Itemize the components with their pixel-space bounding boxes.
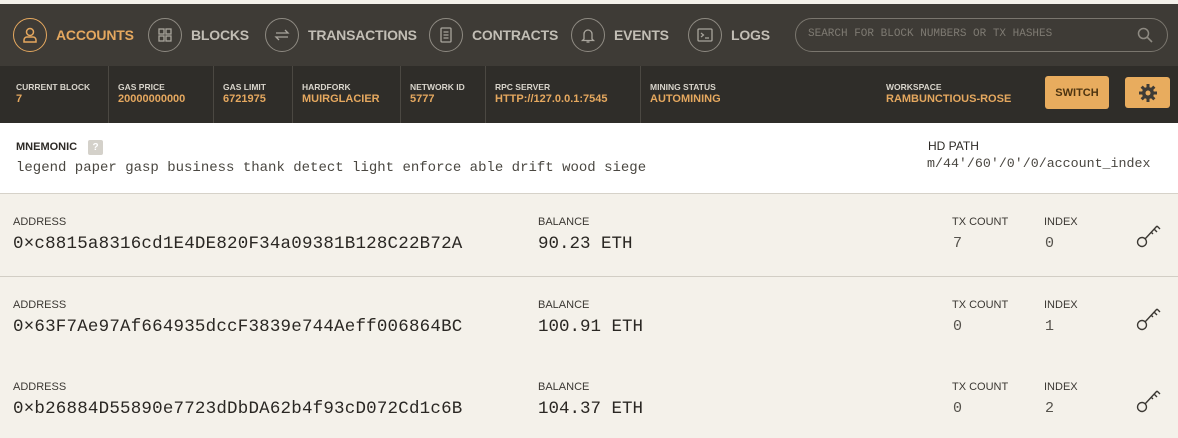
mnemonic-panel: MNEMONIC ? legend paper gasp business th… <box>0 123 1178 194</box>
account-address: 0×63F7Ae97Af664935dccF3839e744Aeff006864… <box>13 317 463 337</box>
hd-path-label: HD PATH <box>928 139 979 153</box>
terminal-icon <box>688 18 722 52</box>
stat-value: 5777 <box>410 93 435 105</box>
nav-logs-label: LOGS <box>731 27 770 43</box>
person-icon <box>13 18 47 52</box>
stat-label: GAS PRICE <box>118 82 165 92</box>
balance-label: BALANCE <box>538 381 590 393</box>
stat-gas-price: GAS PRICE 20000000000 <box>108 66 212 123</box>
search-icon[interactable] <box>1137 27 1153 48</box>
stat-gas-limit: GAS LIMIT 6721975 <box>213 66 291 123</box>
nav-accounts-label: ACCOUNTS <box>56 27 134 43</box>
nav-logs[interactable]: LOGS <box>688 16 770 54</box>
account-index: 2 <box>1045 400 1055 417</box>
nav-contracts[interactable]: CONTRACTS <box>429 16 558 54</box>
key-icon[interactable] <box>1136 304 1162 337</box>
nav-events[interactable]: EVENTS <box>571 16 669 54</box>
address-label: ADDRESS <box>13 381 67 393</box>
grid-icon <box>148 18 182 52</box>
account-index: 0 <box>1045 235 1055 252</box>
nav-blocks-label: BLOCKS <box>191 27 249 43</box>
stat-label: GAS LIMIT <box>223 82 266 92</box>
stat-value: 7 <box>16 93 23 105</box>
stat-value: HTTP://127.0.0.1:7545 <box>495 93 608 105</box>
stat-value: RAMBUNCTIOUS-ROSE <box>886 93 1012 105</box>
index-label: INDEX <box>1044 299 1078 311</box>
search-input[interactable]: SEARCH FOR BLOCK NUMBERS OR TX HASHES <box>795 18 1168 52</box>
account-index: 1 <box>1045 318 1055 335</box>
stat-value: 20000000000 <box>118 93 186 105</box>
stat-current-block: CURRENT BLOCK 7 <box>7 66 107 123</box>
mnemonic-label: MNEMONIC <box>16 141 78 153</box>
index-label: INDEX <box>1044 381 1078 393</box>
tx-count-label: TX COUNT <box>952 216 1009 228</box>
nav-events-label: EVENTS <box>614 27 669 43</box>
stat-label: NETWORK ID <box>410 82 465 92</box>
document-icon <box>429 18 463 52</box>
account-tx-count: 0 <box>953 400 963 417</box>
mnemonic-value: legend paper gasp business thank detect … <box>16 160 647 176</box>
address-label: ADDRESS <box>13 299 67 311</box>
stat-label: RPC SERVER <box>495 82 551 92</box>
account-balance: 104.37 ETH <box>538 399 644 419</box>
key-icon[interactable] <box>1136 386 1162 419</box>
index-label: INDEX <box>1044 216 1078 228</box>
stat-rpc-server: RPC SERVER HTTP://127.0.0.1:7545 <box>485 66 639 123</box>
help-icon[interactable]: ? <box>88 140 103 155</box>
address-label: ADDRESS <box>13 216 67 228</box>
stat-workspace: WORKSPACE RAMBUNCTIOUS-ROSE <box>877 66 1027 123</box>
nav-transactions-label: TRANSACTIONS <box>308 27 417 43</box>
tx-count-label: TX COUNT <box>952 299 1009 311</box>
account-row[interactable]: ADDRESS 0×63F7Ae97Af664935dccF3839e744Ae… <box>0 277 1178 360</box>
bell-icon <box>571 18 605 52</box>
gear-icon <box>1138 83 1157 102</box>
account-balance: 90.23 ETH <box>538 234 633 254</box>
account-address: 0×b26884D55890e7723dDbDA62b4f93cD072Cd1c… <box>13 399 463 419</box>
account-tx-count: 0 <box>953 318 963 335</box>
stat-value: AUTOMINING <box>650 93 721 105</box>
balance-label: BALANCE <box>538 216 590 228</box>
search-placeholder: SEARCH FOR BLOCK NUMBERS OR TX HASHES <box>808 28 1053 40</box>
nav-blocks[interactable]: BLOCKS <box>148 16 249 54</box>
stat-label: HARDFORK <box>302 82 351 92</box>
stat-hardfork: HARDFORK MUIRGLACIER <box>292 66 399 123</box>
settings-button[interactable] <box>1125 77 1170 108</box>
account-balance: 100.91 ETH <box>538 317 644 337</box>
stat-value: 6721975 <box>223 93 266 105</box>
tx-count-label: TX COUNT <box>952 381 1009 393</box>
nav-contracts-label: CONTRACTS <box>472 27 559 43</box>
key-icon[interactable] <box>1136 221 1162 254</box>
stat-mining-status: MINING STATUS AUTOMINING <box>640 66 760 123</box>
balance-label: BALANCE <box>538 299 590 311</box>
stat-label: CURRENT BLOCK <box>16 82 91 92</box>
hd-path-value: m/44'/60'/0'/0/account_index <box>927 156 1151 171</box>
stat-label: MINING STATUS <box>650 82 716 92</box>
nav-accounts[interactable]: ACCOUNTS <box>13 16 134 54</box>
top-nav: ACCOUNTS BLOCKS TRANSACTIONS CONTRACTS E… <box>0 4 1178 66</box>
nav-transactions[interactable]: TRANSACTIONS <box>265 16 417 54</box>
switch-workspace-button[interactable]: SWITCH <box>1045 76 1109 109</box>
stat-label: WORKSPACE <box>886 82 942 92</box>
account-tx-count: 7 <box>953 235 963 252</box>
status-bar: CURRENT BLOCK 7 GAS PRICE 20000000000 GA… <box>0 66 1178 123</box>
account-row[interactable]: ADDRESS 0×c8815a8316cd1E4DE820F34a09381B… <box>0 194 1178 277</box>
account-row[interactable]: ADDRESS 0×b26884D55890e7723dDbDA62b4f93c… <box>0 359 1178 438</box>
transfer-arrows-icon <box>265 18 299 52</box>
stat-network-id: NETWORK ID 5777 <box>400 66 484 123</box>
account-address: 0×c8815a8316cd1E4DE820F34a09381B128C22B7… <box>13 234 463 254</box>
stat-value: MUIRGLACIER <box>302 93 380 105</box>
